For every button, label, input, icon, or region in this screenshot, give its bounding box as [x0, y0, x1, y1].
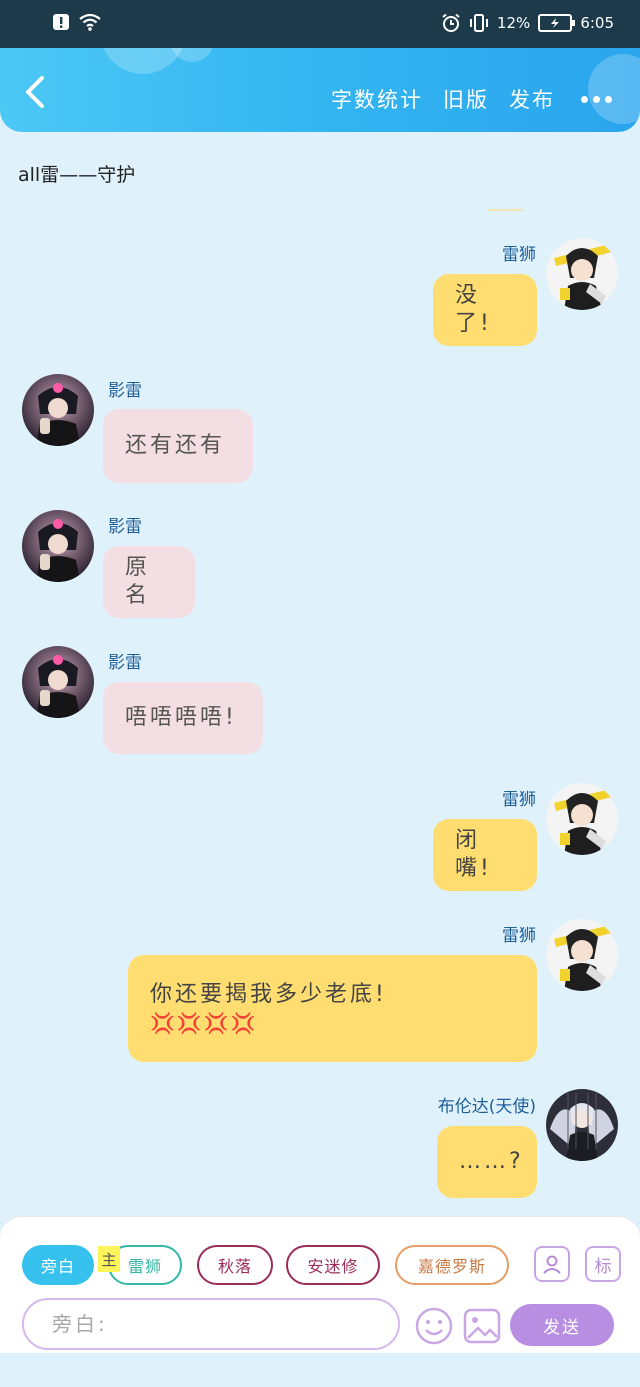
battery-icon: [538, 14, 576, 32]
role-chip-qiuluo[interactable]: 秋落: [197, 1245, 273, 1285]
message-bubble[interactable]: ……?: [437, 1126, 537, 1198]
message-bubble[interactable]: 没了!: [433, 274, 537, 346]
sender-name: 布伦达(天使): [437, 1097, 536, 1117]
status-bar: 12% 6:05: [0, 0, 640, 48]
message-bubble[interactable]: 闭嘴!: [433, 819, 537, 891]
decor-bubble: [170, 48, 214, 62]
add-character-icon[interactable]: [534, 1246, 570, 1282]
anger-emoji: 💢💢💢💢: [150, 1010, 258, 1035]
message-input[interactable]: [22, 1298, 400, 1350]
publish-button[interactable]: 发布: [509, 84, 555, 114]
avatar-yinglei[interactable]: [22, 510, 94, 582]
alarm-icon: [442, 13, 460, 32]
sender-name: 影雷: [108, 517, 142, 537]
avatar-leishi[interactable]: [546, 783, 618, 855]
old-version-button[interactable]: 旧版: [443, 84, 489, 114]
divider: [488, 209, 524, 211]
sender-name: 影雷: [108, 381, 142, 401]
sender-name: 雷狮: [502, 926, 536, 946]
role-chip-anmixiu[interactable]: 安迷修: [286, 1245, 380, 1285]
word-count-button[interactable]: 字数统计: [331, 84, 423, 114]
role-chip-narration[interactable]: 旁白: [22, 1245, 94, 1285]
main-role-tag: 主: [98, 1246, 120, 1272]
vibrate-icon: [469, 14, 488, 32]
back-arrow-icon[interactable]: [18, 74, 54, 110]
wifi-icon: [79, 13, 101, 31]
avatar-leishi[interactable]: [546, 919, 618, 991]
message-bubble[interactable]: 还有还有: [103, 409, 253, 483]
message-bubble[interactable]: 唔唔唔唔!: [103, 682, 263, 754]
notification-icon: [53, 14, 69, 30]
top-app-bar: 字数统计 旧版 发布: [0, 48, 640, 132]
message-bubble[interactable]: 原名: [103, 546, 195, 618]
more-options-icon[interactable]: [581, 95, 612, 103]
message-text: 你还要揭我多少老底!: [150, 981, 387, 1007]
sender-name: 雷狮: [502, 245, 536, 265]
sender-name: 雷狮: [502, 790, 536, 810]
avatar-yinglei[interactable]: [22, 646, 94, 718]
clock: 6:05: [580, 14, 614, 32]
avatar-leishi[interactable]: [546, 238, 618, 310]
role-chip-jiadeluosi[interactable]: 嘉德罗斯: [395, 1245, 509, 1285]
emoji-icon[interactable]: [414, 1306, 454, 1346]
tag-button[interactable]: 标: [585, 1246, 621, 1282]
battery-percent: 12%: [496, 14, 531, 32]
sender-name: 影雷: [108, 653, 142, 673]
bottom-spacer: [0, 1353, 640, 1387]
image-icon[interactable]: [462, 1306, 502, 1346]
story-title: all雷——守护: [18, 164, 136, 186]
avatar-yinglei[interactable]: [22, 374, 94, 446]
send-button[interactable]: 发送: [510, 1304, 614, 1346]
message-bubble[interactable]: 你还要揭我多少老底! 💢💢💢💢: [128, 955, 537, 1062]
avatar-brenda[interactable]: [546, 1089, 618, 1161]
